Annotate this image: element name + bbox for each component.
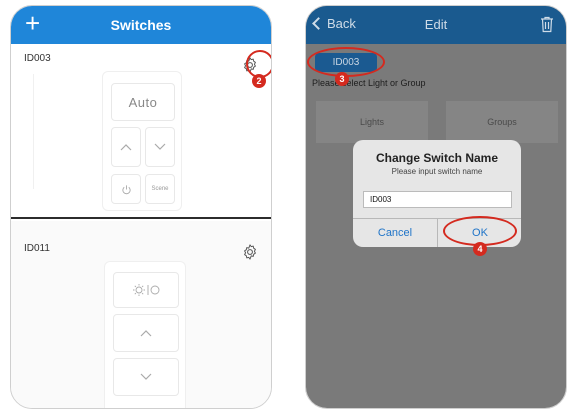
switch-remote xyxy=(104,261,186,408)
chevron-up-icon xyxy=(140,330,152,337)
switches-screen: + Switches ID003 2 Auto Scene ID011 xyxy=(10,5,272,409)
bulb-icon xyxy=(133,284,160,296)
light-toggle-button[interactable] xyxy=(113,272,179,308)
chevron-down-icon xyxy=(154,143,166,150)
page-title: Edit xyxy=(424,17,448,32)
brightness-down-button[interactable] xyxy=(145,127,175,167)
switch-remote: Auto Scene xyxy=(102,71,182,211)
brightness-down-button[interactable] xyxy=(113,358,179,396)
tab-groups[interactable]: Groups xyxy=(446,101,558,143)
chevron-up-icon xyxy=(120,144,132,151)
trash-icon[interactable] xyxy=(540,16,554,33)
select-prompt: Please select Light or Group xyxy=(312,78,426,88)
dialog-subtitle: Please input switch name xyxy=(391,167,483,176)
switch-card-id003[interactable]: ID003 2 Auto Scene xyxy=(11,44,271,219)
step-marker-3: 3 xyxy=(335,72,349,86)
page-title: Switches xyxy=(110,17,172,33)
power-icon xyxy=(121,184,131,194)
cancel-button[interactable]: Cancel xyxy=(353,218,437,247)
brightness-up-button[interactable] xyxy=(111,127,141,167)
switch-id-label: ID011 xyxy=(24,243,50,254)
switch-card-id011[interactable]: ID011 xyxy=(11,221,271,408)
gear-icon[interactable] xyxy=(241,243,259,261)
switch-name-input[interactable]: ID003 xyxy=(363,191,512,208)
divider xyxy=(33,74,34,189)
power-button[interactable] xyxy=(111,174,141,204)
step-marker-4: 4 xyxy=(473,242,487,256)
scene-button[interactable]: Scene xyxy=(145,174,175,204)
step-marker-2: 2 xyxy=(252,74,266,88)
auto-button[interactable]: Auto xyxy=(111,83,175,121)
switches-navbar: + Switches xyxy=(11,6,271,44)
edit-navbar: Back Edit xyxy=(306,6,566,44)
brightness-up-button[interactable] xyxy=(113,314,179,352)
tab-lights[interactable]: Lights xyxy=(316,101,428,143)
chevron-down-icon xyxy=(140,373,152,380)
dialog-title: Change Switch Name xyxy=(375,151,499,165)
edit-screen: Back Edit ID003 Please select Light or G… xyxy=(305,5,567,409)
switch-id-label: ID003 xyxy=(24,53,51,64)
